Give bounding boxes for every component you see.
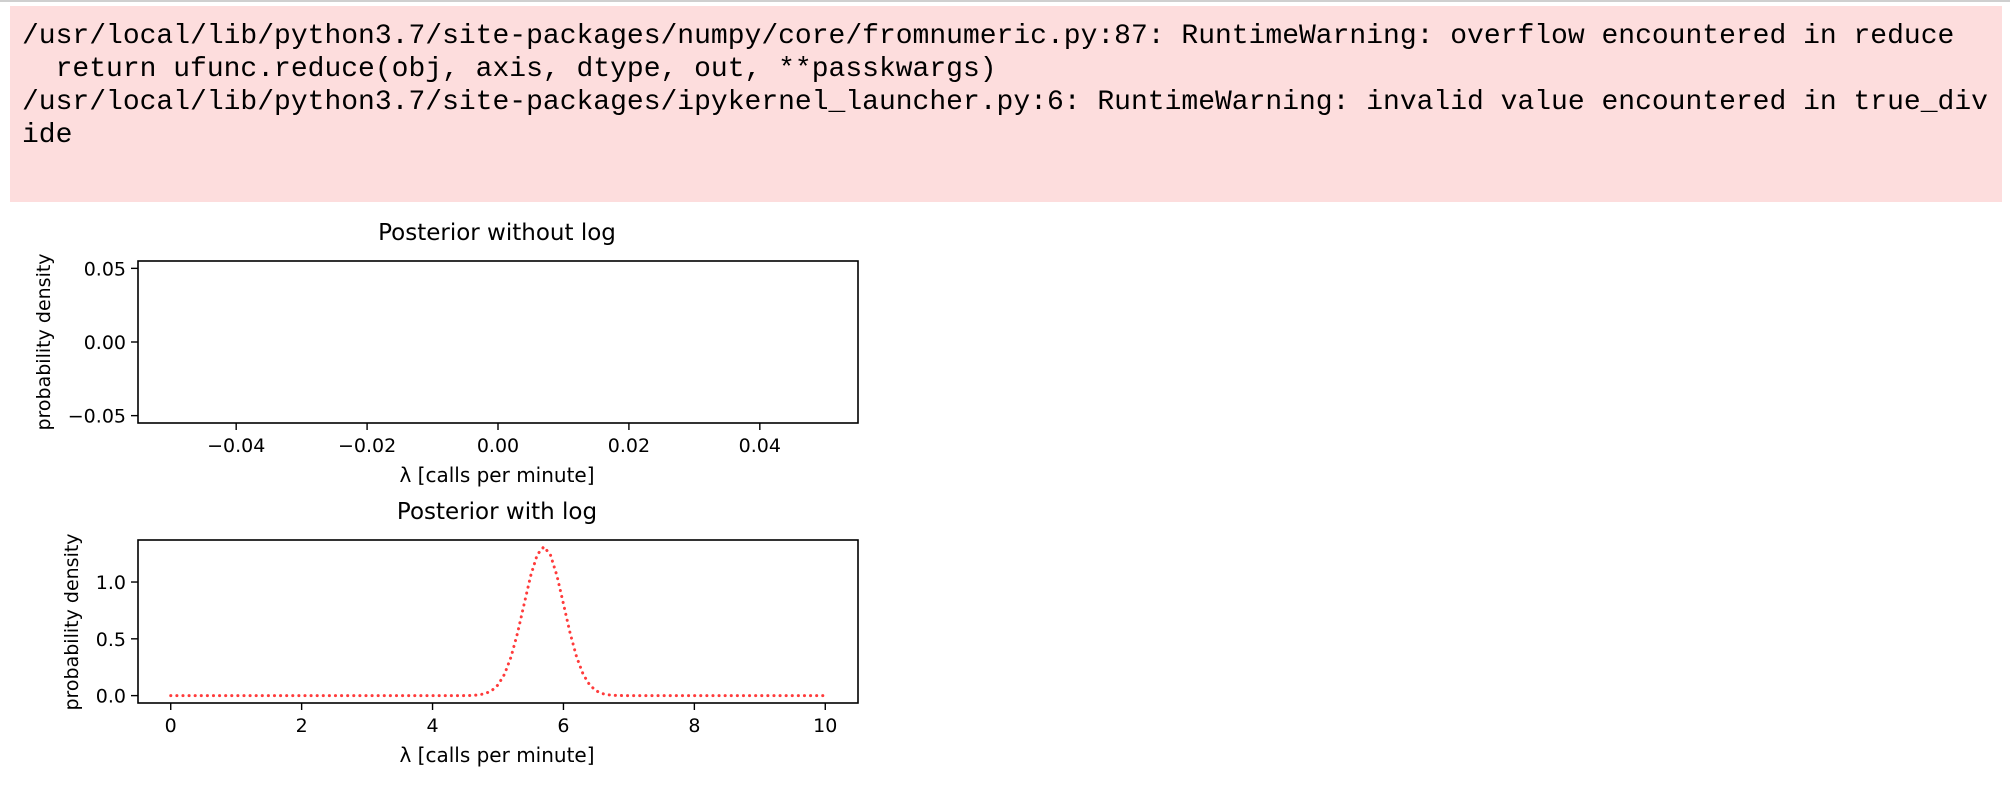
x-tick-label: −0.04 — [207, 435, 265, 457]
x-tick-label: 6 — [557, 715, 569, 737]
y-tick-label: 0.5 — [96, 629, 126, 651]
y-tick-label: 0.0 — [96, 686, 126, 708]
x-axis-label: λ [calls per minute] — [399, 463, 594, 487]
chart-title: Posterior without log — [378, 220, 616, 246]
plot-frame — [137, 539, 859, 704]
y-axis-label: probability density — [33, 253, 55, 430]
x-tick-label: 10 — [813, 715, 837, 737]
y-tick-label: 1.0 — [96, 572, 126, 594]
y-tick-label: −0.05 — [68, 406, 126, 428]
chart-title: Posterior with log — [397, 499, 597, 525]
stderr-output: /usr/local/lib/python3.7/site-packages/n… — [10, 6, 2002, 202]
chart-posterior-with-log: Posterior with log 0 2 4 6 8 10 1.0 0.5 0.0 λ [… — [61, 499, 859, 767]
stderr-line: return ufunc.reduce(obj, axis, dtype, ou… — [22, 54, 997, 85]
x-tick-label: 8 — [688, 715, 700, 737]
stderr-line: ide — [22, 120, 73, 151]
output-figure: Posterior without log −0.04 −0.02 0.00 0.02… — [0, 210, 900, 770]
x-tick-label: 0.00 — [477, 435, 519, 457]
series-line — [169, 544, 827, 698]
cell-top-border — [0, 0, 2010, 2]
stderr-line: /usr/local/lib/python3.7/site-packages/i… — [22, 87, 1988, 118]
y-axis-label: probability density — [61, 533, 83, 710]
x-axis-label: λ [calls per minute] — [399, 743, 594, 767]
figure-svg: Posterior without log −0.04 −0.02 0.00 0.02… — [33, 220, 859, 767]
plot-frame — [137, 260, 859, 424]
x-tick-label: 2 — [296, 715, 308, 737]
x-tick-label: −0.02 — [338, 435, 396, 457]
y-tick-label: 0.05 — [84, 258, 126, 280]
x-tick-label: 0.02 — [608, 435, 650, 457]
chart-posterior-without-log: Posterior without log −0.04 −0.02 0.00 0.02… — [33, 220, 859, 487]
y-tick-label: 0.00 — [84, 332, 126, 354]
stderr-line: /usr/local/lib/python3.7/site-packages/n… — [22, 21, 1955, 52]
x-tick-label: 0.04 — [739, 435, 781, 457]
x-tick-label: 4 — [426, 715, 438, 737]
x-tick-label: 0 — [165, 715, 177, 737]
